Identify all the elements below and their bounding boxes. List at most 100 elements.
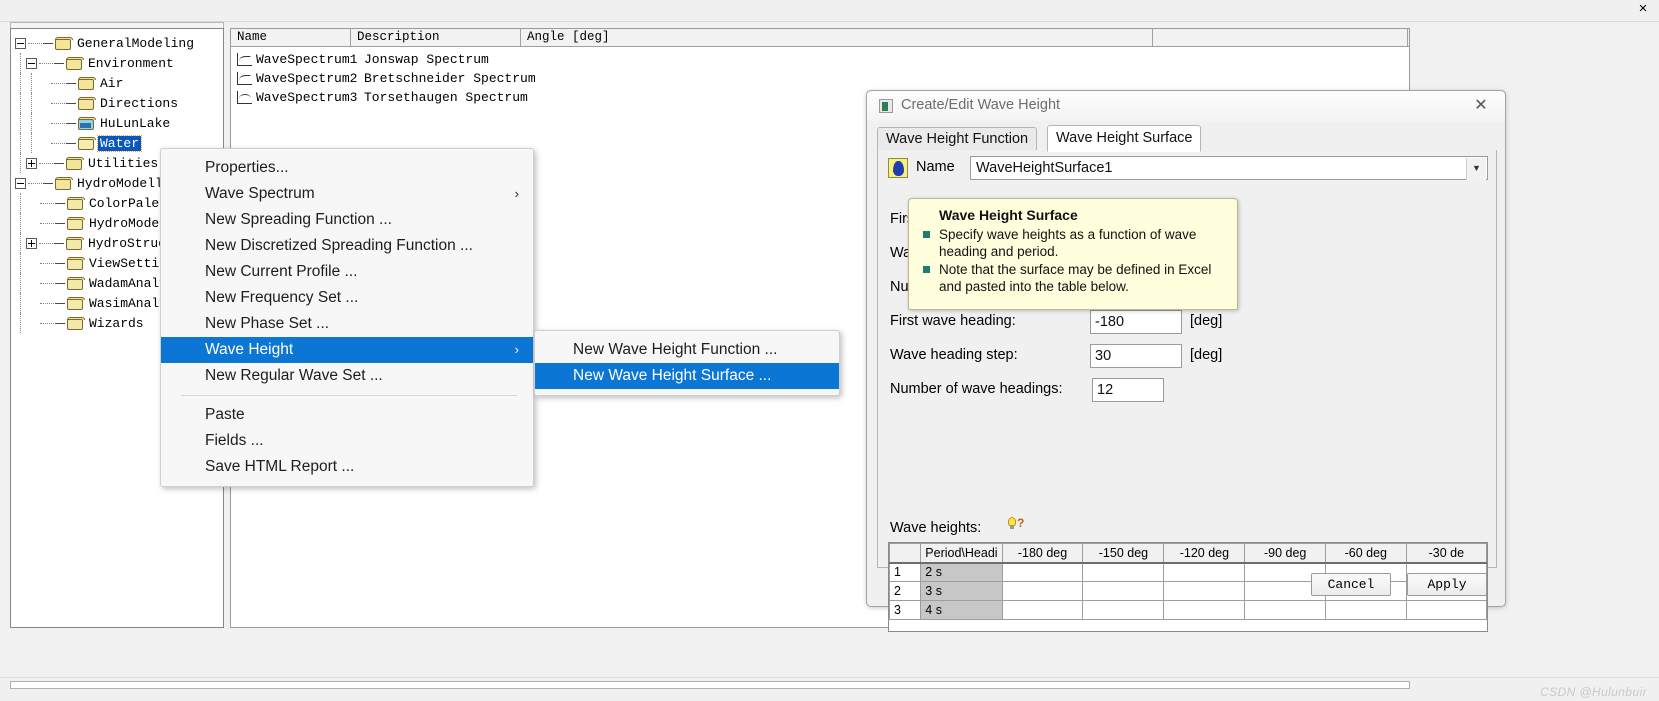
tree-expander-minus-icon[interactable] [15, 177, 26, 189]
tree-indent-guide [15, 93, 26, 113]
chevron-down-icon[interactable]: ▼ [1466, 158, 1486, 180]
wave-height-surface-icon [888, 158, 908, 178]
grid-column-header[interactable]: -60 deg [1324, 543, 1407, 564]
tree-connector [28, 182, 42, 184]
menu-item-new-regular-wave-set[interactable]: New Regular Wave Set ... [161, 363, 533, 389]
list-column-header[interactable]: Angle [deg] [521, 29, 1153, 46]
menu-item-paste[interactable]: Paste [161, 402, 533, 428]
spectrum-icon [237, 72, 252, 85]
grid-column-header[interactable]: -150 deg [1082, 543, 1165, 564]
apply-button[interactable]: Apply [1407, 573, 1487, 596]
field-input[interactable]: 12 [1092, 378, 1164, 402]
menu-item-properties[interactable]: Properties... [161, 155, 533, 181]
tree-connector [55, 202, 65, 204]
dialog-button-bar: Cancel Apply [867, 569, 1507, 607]
list-item[interactable]: WaveSpectrum2 Bretschneider Spectrum [231, 69, 1409, 88]
list-item-description: Bretschneider Spectrum [364, 71, 536, 86]
tooltip-bullet-text: Specify wave heights as a function of wa… [939, 227, 1197, 259]
field-label: Wave heading step: [890, 347, 1018, 363]
tab-wave-height-surface[interactable]: Wave Height Surface [1047, 125, 1202, 152]
field-input[interactable]: 30 [1090, 344, 1182, 368]
tree-indent-guide [15, 233, 26, 253]
dialog-title-bar: Create/Edit Wave Height ✕ [867, 91, 1505, 121]
chevron-right-icon: › [514, 186, 519, 201]
menu-item-new-spreading-function[interactable]: New Spreading Function ... [161, 207, 533, 233]
tree-item-hulunlake[interactable]: HuLunLake [15, 113, 223, 133]
dialog-close-icon[interactable]: ✕ [1471, 96, 1491, 116]
folder-open-icon [78, 136, 96, 150]
tree-connector [43, 42, 53, 44]
cancel-button[interactable]: Cancel [1311, 573, 1391, 596]
tree-indent-guide [15, 133, 26, 153]
tree-connector [40, 282, 54, 284]
folder-icon [66, 156, 84, 170]
menu-item-fields[interactable]: Fields ... [161, 428, 533, 454]
list-item-name: WaveSpectrum2 [256, 71, 358, 86]
tree-indent-guide [26, 113, 37, 133]
menu-item-new-phase-set[interactable]: New Phase Set ... [161, 311, 533, 337]
wave-height-surface-tooltip: Wave Height Surface Specify wave heights… [908, 198, 1238, 310]
tree-expander-minus-icon[interactable] [15, 37, 26, 49]
doc-icon [67, 276, 85, 290]
grid-column-header[interactable]: -180 deg [1001, 543, 1084, 564]
tree-item-air[interactable]: Air [15, 73, 223, 93]
menu-item-new-current-profile[interactable]: New Current Profile ... [161, 259, 533, 285]
tree-item-label: GeneralModeling [77, 35, 195, 51]
submenu-item-label: New Wave Height Function ... [573, 341, 778, 358]
lightbulb-help-icon[interactable]: ? [1006, 516, 1024, 534]
menu-item-wave-height[interactable]: Wave Height › [161, 337, 533, 363]
menu-item-label: Paste [205, 406, 245, 423]
list-column-header-row: Name Description Angle [deg] [231, 29, 1409, 47]
window-close-button[interactable]: × [1635, 1, 1651, 18]
grid-column-header[interactable]: -30 de [1405, 543, 1487, 564]
doc-icon [66, 236, 84, 250]
field-label: First wave heading: [890, 313, 1016, 329]
name-input[interactable]: WaveHeightSurface1 ▼ [970, 156, 1488, 180]
field-row: Wave heading step: 30 [deg] [890, 344, 1486, 370]
dialog-title: Create/Edit Wave Height [901, 97, 1061, 113]
tree-indent-guide [15, 273, 26, 293]
list-item[interactable]: WaveSpectrum1 Jonswap Spectrum [231, 50, 1409, 69]
tree-expander-plus-icon[interactable] [26, 237, 37, 249]
tree-expander-minus-icon[interactable] [26, 57, 37, 69]
grid-column-header[interactable] [889, 543, 922, 564]
chevron-right-icon: › [514, 342, 519, 357]
list-column-header[interactable]: Name [231, 29, 351, 46]
tree-connector [43, 182, 53, 184]
field-input[interactable]: -180 [1090, 310, 1182, 334]
bottom-scrollbar[interactable] [10, 681, 1410, 689]
list-column-header[interactable] [1153, 29, 1408, 46]
tree-item-directions[interactable]: Directions [15, 93, 223, 113]
tree-indent-guide [15, 193, 26, 213]
tab-wave-height-function[interactable]: Wave Height Function [877, 127, 1038, 151]
grid-column-header[interactable]: Period\Headi [920, 543, 1003, 564]
submenu-item-new-wave-height-function[interactable]: New Wave Height Function ... [535, 337, 839, 363]
menu-item-new-discretized-spreading-function[interactable]: New Discretized Spreading Function ... [161, 233, 533, 259]
menu-item-new-frequency-set[interactable]: New Frequency Set ... [161, 285, 533, 311]
tree-item-environment[interactable]: Environment [15, 53, 223, 73]
tree-connector [51, 102, 65, 104]
window-top-strip: × [0, 0, 1659, 22]
folder-icon [78, 96, 96, 110]
menu-item-save-html-report[interactable]: Save HTML Report ... [161, 454, 533, 480]
grid-column-header[interactable]: -90 deg [1244, 543, 1326, 564]
menu-item-label: Save HTML Report ... [205, 458, 355, 475]
tree-item-generalmodeling[interactable]: GeneralModeling [15, 33, 223, 53]
menu-item-wave-spectrum[interactable]: Wave Spectrum › [161, 181, 533, 207]
menu-item-label: New Regular Wave Set ... [205, 367, 383, 384]
list-column-header[interactable]: Description [351, 29, 521, 46]
tree-expander-plus-icon[interactable] [26, 157, 37, 169]
tree-connector [39, 242, 53, 244]
menu-item-label: New Spreading Function ... [205, 211, 392, 228]
grid-column-header[interactable]: -120 deg [1163, 543, 1246, 564]
application-window: × GeneralModeling Environment Air Direction… [0, 0, 1659, 701]
submenu-item-label: New Wave Height Surface ... [573, 367, 772, 384]
folder-icon [78, 76, 96, 90]
menu-item-label: New Discretized Spreading Function ... [205, 237, 473, 254]
tree-indent-guide [15, 213, 26, 233]
submenu-item-new-wave-height-surface[interactable]: New Wave Height Surface ... [535, 363, 839, 389]
